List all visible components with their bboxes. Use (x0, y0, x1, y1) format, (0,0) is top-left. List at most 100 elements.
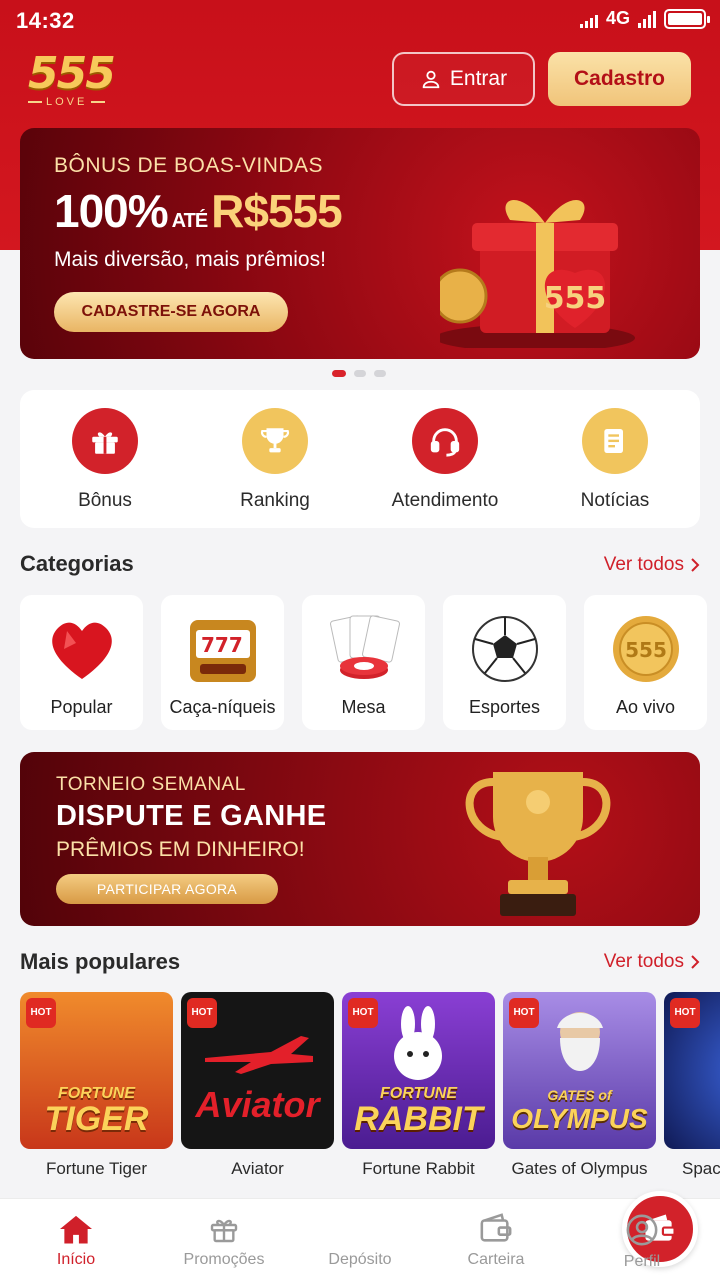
soccer-ball-icon (465, 609, 545, 689)
see-all-label: Ver todos (603, 554, 684, 575)
welcome-bonus-banner[interactable]: BÔNUS DE BOAS-VINDAS 100% ATÉR$555 Mais d… (20, 128, 700, 359)
hero-badge: 555 (544, 281, 607, 316)
gift-box-illustration: 555 (440, 200, 635, 348)
chevron-right-icon (691, 558, 700, 572)
game-thumbnail: HOT FORTUNE TIGER (20, 992, 173, 1149)
game-label: Space (682, 1159, 720, 1178)
brand-logo[interactable]: 555 LOVE (28, 50, 118, 110)
quick-action-label: Notícias (580, 490, 650, 511)
carousel-dot-3[interactable] (374, 370, 386, 377)
quick-action-ranking[interactable]: Ranking (195, 408, 355, 512)
game-card-fortune-rabbit[interactable]: HOT FORTUNE RABBIT Fortune Rabbit (342, 992, 495, 1182)
game-thumbnail: HOT GATES of OLYMPUS (503, 992, 656, 1149)
game-label: Aviator (231, 1159, 284, 1178)
carousel-dot-1[interactable] (332, 370, 346, 377)
nav-wallet[interactable]: Carteira (436, 1213, 556, 1269)
category-popular[interactable]: Popular (20, 595, 143, 730)
hero-eyebrow: BÔNUS DE BOAS-VINDAS (54, 154, 324, 177)
logo-number: 555 (28, 48, 116, 99)
plane-icon (205, 1036, 313, 1074)
hero-title: 100% ATÉR$555 (54, 184, 343, 238)
status-time: 14:32 (16, 8, 75, 33)
tournament-join-cta[interactable]: PARTICIPAR AGORA (56, 874, 278, 904)
nav-profile[interactable]: Perfil (582, 1213, 702, 1271)
bottom-nav: Início Promoções Depósito Carteira Perfi… (0, 1191, 720, 1280)
headset-icon (412, 408, 478, 474)
trophy-illustration (465, 772, 611, 916)
game-card-gates-of-olympus[interactable]: HOT GATES of OLYMPUS Gates of Olympus (503, 992, 656, 1182)
category-live[interactable]: 555 Ao vivo (584, 595, 707, 730)
game-label: Fortune Tiger (45, 1159, 148, 1178)
chevron-right-icon (691, 955, 700, 969)
nav-label: Depósito (328, 1251, 392, 1268)
categories-title: Categorias (20, 551, 134, 576)
user-login-icon (422, 70, 440, 89)
signup-button[interactable]: Cadastro (548, 52, 691, 106)
hot-badge: HOT (670, 998, 700, 1028)
game-card-aviator[interactable]: HOT Aviator Aviator (181, 992, 334, 1182)
category-slots[interactable]: 777 Caça-níqueis (161, 595, 284, 730)
game-thumbnail: HOT Aviator (181, 992, 334, 1149)
hot-badge: HOT (187, 998, 217, 1028)
tournament-title: DISPUTE E GANHE (56, 800, 327, 832)
popular-see-all[interactable]: Ver todos (604, 951, 700, 973)
quick-action-support[interactable]: Atendimento (365, 408, 525, 512)
category-sports[interactable]: Esportes (443, 595, 566, 730)
game-art-line2: Aviator (195, 1084, 320, 1125)
game-art-title: FORTUNE RABBIT (354, 1085, 483, 1138)
game-art-title: GATES of OLYMPUS (511, 1087, 647, 1135)
hot-badge: HOT (26, 998, 56, 1028)
gift-icon (210, 1219, 238, 1243)
game-card-fortune-tiger[interactable]: HOT FORTUNE TIGER Fortune Tiger (20, 992, 173, 1182)
hero-signup-cta[interactable]: CADASTRE-SE AGORA (54, 292, 288, 332)
heart-icon (42, 609, 122, 689)
status-icons: 4G (579, 8, 710, 29)
gift-icon (72, 408, 138, 474)
coin-badge: 555 (625, 638, 667, 662)
signal-icon (579, 10, 598, 28)
game-thumbnail: HOT FORTUNE RABBIT (342, 992, 495, 1149)
home-icon (60, 1215, 92, 1244)
status-bar: 14:32 4G (0, 0, 720, 40)
popular-games-list: HOT FORTUNE TIGER Fortune Tiger HOT Avia… (20, 992, 720, 1182)
hot-badge: HOT (348, 998, 378, 1028)
game-thumbnail: HOT (664, 992, 720, 1149)
quick-action-label: Atendimento (391, 490, 499, 511)
carousel-dot-2[interactable] (354, 370, 366, 377)
nav-deposit[interactable]: Depósito (300, 1191, 698, 1269)
game-art-line2: OLYMPUS (511, 1103, 648, 1134)
nav-promotions[interactable]: Promoções (164, 1213, 284, 1269)
nav-home[interactable]: Início (16, 1213, 136, 1269)
category-list: Popular 777 Caça-níqueis Mesa Esportes 5… (20, 595, 720, 730)
hero-title-amount: R$555 (211, 185, 343, 237)
carousel-dots[interactable] (332, 370, 386, 377)
login-button[interactable]: Entrar (392, 52, 535, 106)
news-icon (582, 408, 648, 474)
game-card-space[interactable]: HOT Space (664, 992, 720, 1182)
game-art-title: FORTUNE TIGER (45, 1085, 149, 1136)
quick-action-label: Bônus (78, 490, 132, 511)
game-art-line2: RABBIT (354, 1100, 483, 1138)
category-label: Caça-níqueis (169, 697, 276, 717)
signal-icon-2 (638, 10, 656, 28)
tournament-banner[interactable]: TORNEIO SEMANAL DISPUTE E GANHE PRÊMIOS … (20, 752, 700, 926)
hero-title-small: ATÉ (171, 210, 209, 232)
trophy-icon (242, 408, 308, 474)
category-label: Mesa (341, 697, 386, 717)
quick-action-label: Ranking (240, 490, 310, 511)
category-table[interactable]: Mesa (302, 595, 425, 730)
quick-action-news[interactable]: Notícias (535, 408, 695, 512)
nav-label: Carteira (467, 1251, 525, 1268)
category-label: Esportes (468, 697, 541, 717)
login-label: Entrar (449, 67, 508, 90)
cards-icon (324, 609, 404, 689)
game-label: Gates of Olympus (511, 1159, 648, 1178)
quick-actions: Bônus Ranking Atendimento Notícias (20, 390, 700, 528)
popular-title: Mais populares (20, 949, 181, 974)
hero-title-percent: 100% (54, 185, 169, 237)
categories-see-all[interactable]: Ver todos (604, 554, 700, 576)
hot-badge: HOT (509, 998, 539, 1028)
category-label: Ao vivo (615, 697, 676, 717)
network-type: 4G (605, 8, 630, 28)
quick-action-bonus[interactable]: Bônus (25, 408, 185, 512)
